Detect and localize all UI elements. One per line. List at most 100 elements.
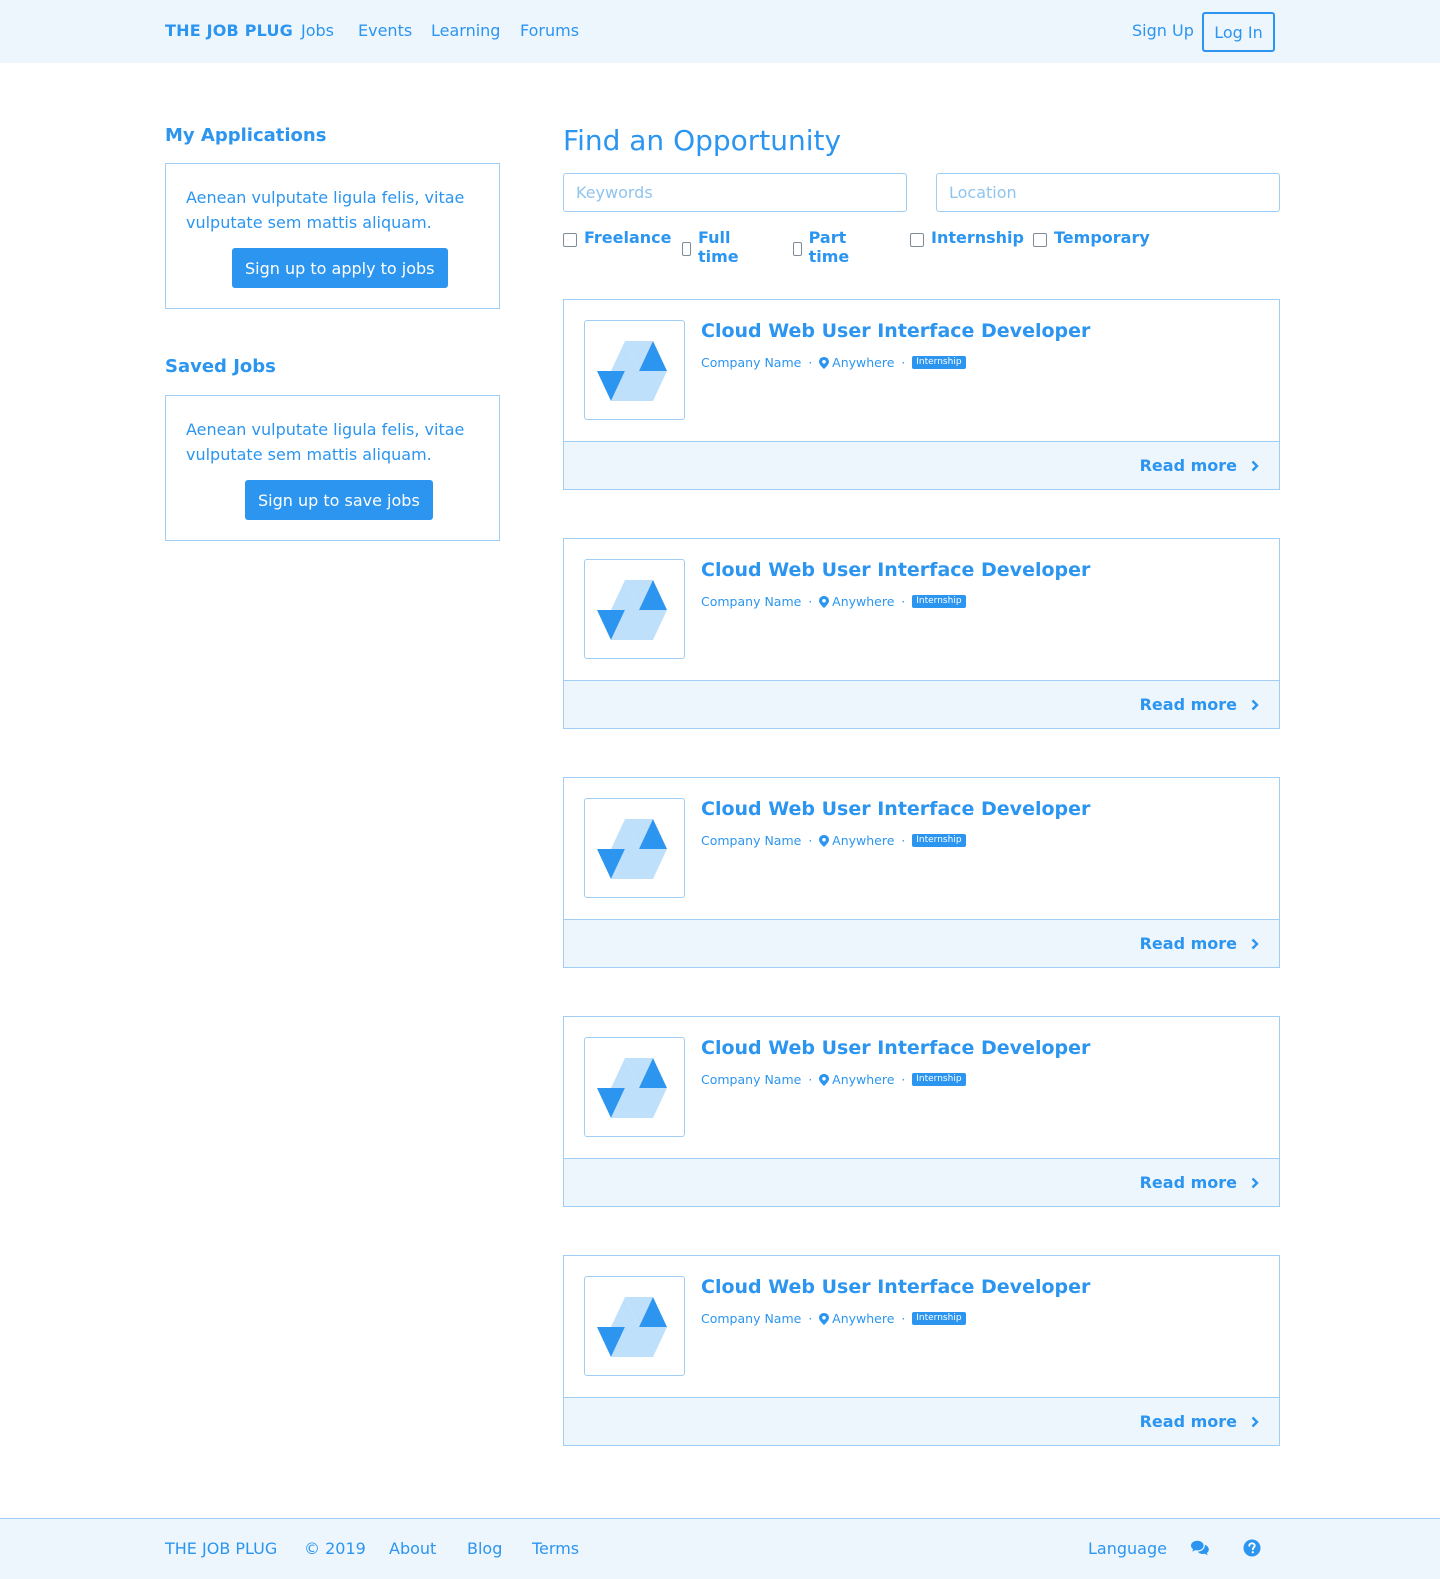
filter-label: Internship: [931, 228, 1024, 247]
separator: ·: [901, 1311, 906, 1326]
job-type-badge: Internship: [912, 1073, 966, 1086]
filter-label: Freelance: [584, 228, 672, 247]
nav-link-events[interactable]: Events: [358, 21, 412, 40]
footer-link-about[interactable]: About: [389, 1539, 436, 1558]
read-more-link[interactable]: Read more: [1140, 934, 1259, 953]
read-more-label: Read more: [1139, 934, 1237, 953]
company-logo-icon: [597, 1058, 667, 1118]
read-more-label: Read more: [1139, 1412, 1237, 1431]
job-title-link[interactable]: Cloud Web User Interface Developer: [701, 1276, 1090, 1298]
footer-link-terms[interactable]: Terms: [532, 1539, 579, 1558]
job-location: Anywhere: [832, 594, 895, 609]
filter-label: Temporary: [1054, 228, 1150, 247]
saved-jobs-panel: Aenean vulputate ligula felis, vitae vul…: [165, 395, 500, 541]
location-input[interactable]: [936, 173, 1280, 212]
log-in-button[interactable]: Log In: [1202, 12, 1275, 52]
chevron-right-icon: [1251, 460, 1259, 471]
job-type-badge: Internship: [912, 1312, 966, 1325]
job-location: Anywhere: [832, 1072, 895, 1087]
location-pin-icon: [819, 595, 830, 608]
location-pin-icon: [819, 834, 830, 847]
separator: ·: [901, 833, 906, 848]
job-meta: Company Name · Anywhere · Internship: [701, 594, 966, 609]
job-location: Anywhere: [832, 355, 895, 370]
freelance-checkbox[interactable]: [563, 232, 577, 247]
job-card: Cloud Web User Interface Developer Compa…: [563, 1016, 1280, 1207]
separator: ·: [808, 1311, 813, 1326]
read-more-link[interactable]: Read more: [1140, 695, 1259, 714]
sign-up-apply-button[interactable]: Sign up to apply to jobs: [232, 248, 448, 288]
sign-up-link[interactable]: Sign Up: [1132, 21, 1194, 40]
job-meta: Company Name · Anywhere · Internship: [701, 355, 966, 370]
read-more-link[interactable]: Read more: [1140, 1173, 1259, 1192]
company-logo-icon: [597, 1297, 667, 1357]
job-meta: Company Name · Anywhere · Internship: [701, 1311, 966, 1326]
read-more-link[interactable]: Read more: [1140, 456, 1259, 475]
job-title-link[interactable]: Cloud Web User Interface Developer: [701, 798, 1090, 820]
company-name: Company Name: [701, 594, 802, 609]
site-footer: THE JOB PLUG © 2019 About Blog Terms Lan…: [0, 1518, 1440, 1579]
company-logo-icon: [597, 341, 667, 401]
sign-up-save-button[interactable]: Sign up to save jobs: [245, 480, 433, 520]
filter-internship[interactable]: Internship: [910, 228, 1024, 247]
filter-temporary[interactable]: Temporary: [1033, 228, 1150, 247]
job-title-link[interactable]: Cloud Web User Interface Developer: [701, 559, 1090, 581]
job-card-footer: Read more: [564, 1158, 1279, 1206]
company-logo: [584, 559, 685, 659]
job-location: Anywhere: [832, 1311, 895, 1326]
chevron-right-icon: [1251, 699, 1259, 710]
job-meta: Company Name · Anywhere · Internship: [701, 1072, 966, 1087]
company-logo: [584, 320, 685, 420]
full-time-checkbox[interactable]: [682, 242, 691, 256]
part-time-checkbox[interactable]: [793, 242, 802, 256]
job-card-footer: Read more: [564, 441, 1279, 489]
language-selector[interactable]: Language: [1088, 1539, 1167, 1558]
separator: ·: [901, 355, 906, 370]
job-card: Cloud Web User Interface Developer Compa…: [563, 299, 1280, 490]
company-logo-icon: [597, 819, 667, 879]
my-applications-heading: My Applications: [165, 125, 327, 146]
internship-checkbox[interactable]: [910, 232, 924, 247]
company-name: Company Name: [701, 1072, 802, 1087]
copyright-text: © 2019: [304, 1539, 366, 1558]
saved-jobs-heading: Saved Jobs: [165, 356, 276, 377]
job-card-footer: Read more: [564, 1397, 1279, 1445]
filter-part-time[interactable]: Part time: [793, 228, 855, 266]
company-logo: [584, 798, 685, 898]
nav-link-learning[interactable]: Learning: [431, 21, 500, 40]
separator: ·: [808, 355, 813, 370]
company-name: Company Name: [701, 1311, 802, 1326]
saved-jobs-text: Aenean vulputate ligula felis, vitae vul…: [186, 420, 465, 464]
job-type-badge: Internship: [912, 356, 966, 369]
job-location: Anywhere: [832, 833, 895, 848]
footer-brand-link[interactable]: THE JOB PLUG: [165, 1539, 277, 1558]
filter-label: Part time: [808, 228, 850, 266]
company-name: Company Name: [701, 833, 802, 848]
brand-logo-link[interactable]: THE JOB PLUG: [165, 21, 293, 40]
filter-full-time[interactable]: Full time: [682, 228, 744, 266]
job-card-footer: Read more: [564, 919, 1279, 967]
temporary-checkbox[interactable]: [1033, 232, 1047, 247]
company-name: Company Name: [701, 355, 802, 370]
keywords-input[interactable]: [563, 173, 907, 212]
location-pin-icon: [819, 356, 830, 369]
read-more-label: Read more: [1139, 456, 1237, 475]
nav-link-jobs[interactable]: Jobs: [301, 21, 334, 40]
company-logo: [584, 1276, 685, 1376]
location-pin-icon: [819, 1312, 830, 1325]
read-more-link[interactable]: Read more: [1140, 1412, 1259, 1431]
chat-icon[interactable]: [1191, 1539, 1209, 1557]
chevron-right-icon: [1251, 1177, 1259, 1188]
separator: ·: [808, 594, 813, 609]
chevron-right-icon: [1251, 938, 1259, 949]
help-icon[interactable]: [1243, 1539, 1261, 1557]
job-title-link[interactable]: Cloud Web User Interface Developer: [701, 320, 1090, 342]
filter-label: Full time: [697, 228, 739, 266]
job-title-link[interactable]: Cloud Web User Interface Developer: [701, 1037, 1090, 1059]
job-meta: Company Name · Anywhere · Internship: [701, 833, 966, 848]
my-applications-text: Aenean vulputate ligula felis, vitae vul…: [186, 188, 465, 232]
filter-freelance[interactable]: Freelance: [563, 228, 672, 247]
page-title: Find an Opportunity: [563, 124, 842, 157]
nav-link-forums[interactable]: Forums: [520, 21, 579, 40]
footer-link-blog[interactable]: Blog: [467, 1539, 502, 1558]
